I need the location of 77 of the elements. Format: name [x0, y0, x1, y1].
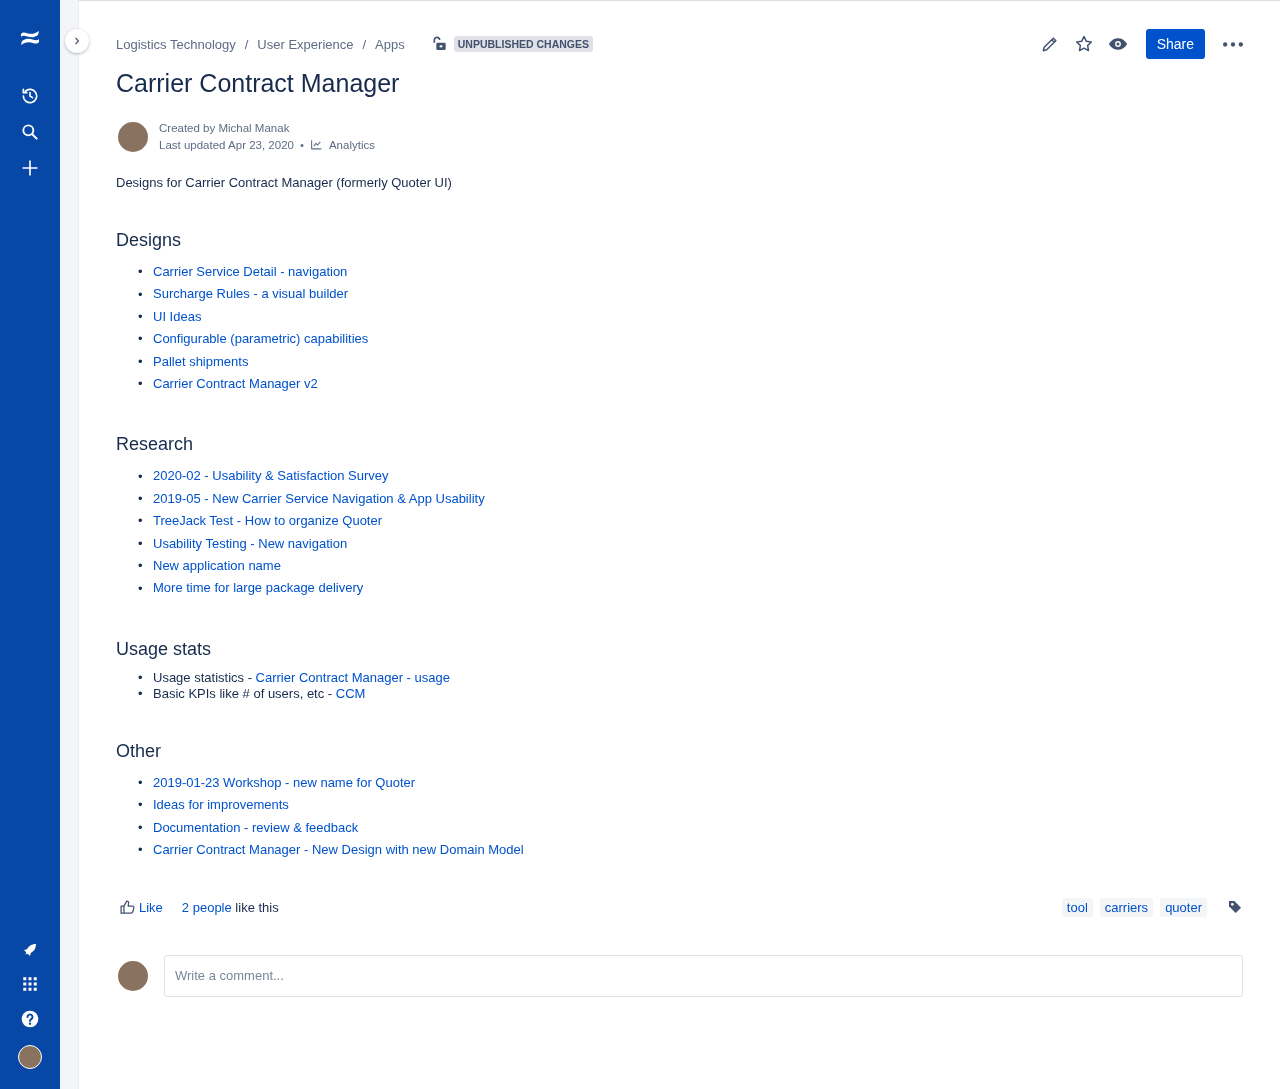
author-avatar[interactable]	[118, 121, 148, 152]
page-link[interactable]: 2019-01-23 Workshop - new name for Quoter	[153, 771, 416, 795]
bullet: •	[138, 535, 144, 552]
page-label[interactable]: quoter	[1160, 897, 1207, 917]
user-avatar	[118, 960, 148, 991]
bullet: •	[138, 669, 144, 686]
bullet: •	[138, 513, 144, 530]
thumbs-up-icon	[119, 898, 136, 916]
page-link[interactable]: CCM	[335, 685, 366, 701]
section-heading: Designs	[116, 230, 183, 251]
share-button[interactable]: Share	[1145, 29, 1205, 59]
help-icon[interactable]	[20, 1009, 40, 1029]
separator-dot: •	[299, 137, 304, 153]
bullet: •	[138, 264, 144, 281]
more-icon	[1223, 41, 1243, 47]
page-label[interactable]: carriers	[1099, 897, 1154, 917]
search-icon[interactable]	[20, 122, 40, 142]
breadcrumb-link[interactable]: User Experience	[257, 36, 354, 52]
bullet: •	[138, 842, 144, 859]
app-grid-icon[interactable]	[21, 975, 39, 993]
page-link[interactable]: Usability Testing - New navigation	[153, 532, 348, 556]
page-link[interactable]: Documentation - review & feedback	[153, 816, 359, 840]
star-button[interactable]	[1073, 34, 1094, 54]
bullet: •	[138, 491, 144, 508]
likers-link[interactable]: 2 people	[181, 899, 232, 915]
bullet: •	[138, 376, 144, 393]
bullet: •	[138, 819, 144, 836]
page-title: Carrier Contract Manager	[116, 69, 401, 98]
likes-summary: 2 people like this	[181, 899, 279, 915]
bullet: •	[138, 797, 144, 814]
page-link[interactable]: 2019-05 - New Carrier Service Navigation & App Usability	[153, 487, 485, 511]
bullet: •	[138, 468, 144, 485]
page-link[interactable]: New application name	[153, 555, 281, 578]
breadcrumb-separator: /	[362, 36, 367, 52]
history-icon[interactable]	[20, 86, 40, 106]
page-link[interactable]: Configurable (parametric) capabilities	[153, 328, 369, 351]
comment-field[interactable]: Write a comment...	[164, 954, 1243, 997]
bullet: •	[138, 286, 144, 303]
bullet: •	[138, 775, 144, 792]
bullet: •	[138, 309, 144, 325]
bullet: •	[138, 353, 144, 370]
page-link[interactable]: Carrier Service Detail - navigation	[153, 261, 348, 284]
star-icon	[1073, 34, 1094, 54]
tag-icon[interactable]	[1227, 899, 1243, 915]
page-link[interactable]: Carrier Contract Manager - New Design with new Domain Model	[153, 839, 524, 862]
page-link[interactable]: Carrier Contract Manager v2	[153, 373, 318, 396]
section-heading: Research	[116, 434, 195, 456]
page-link[interactable]: More time for large package delivery	[153, 577, 364, 600]
breadcrumb-link[interactable]: Logistics Technology	[116, 36, 236, 52]
more-button[interactable]	[1223, 41, 1243, 47]
bullet: •	[138, 558, 144, 575]
page-description: Designs for Carrier Contract Manager (formerly Quoter UI)	[116, 175, 453, 190]
user-avatar[interactable]	[18, 1045, 42, 1069]
breadcrumb-separator: /	[244, 36, 249, 52]
like-button[interactable]: Like	[119, 898, 163, 916]
page-link[interactable]: Pallet shipments	[153, 350, 249, 374]
status-lozenge: UNPUBLISHED CHANGES	[453, 36, 593, 52]
section-heading: Other	[116, 740, 163, 762]
page-label[interactable]: tool	[1061, 897, 1093, 917]
section-heading: Usage stats	[116, 638, 213, 660]
breadcrumb-link[interactable]: Apps	[375, 36, 405, 52]
bullet: •	[138, 685, 144, 702]
page-link[interactable]: UI Ideas	[153, 305, 202, 329]
list-item-text: Usage statistics - Carrier Contract Manager - usage	[153, 669, 450, 686]
chart-icon[interactable]	[309, 138, 323, 152]
page-link[interactable]: Surcharge Rules - a visual builder	[153, 283, 349, 306]
created-by-text: Created by Michal Manak	[159, 121, 291, 136]
bullet: •	[138, 580, 144, 597]
page-link[interactable]: Ideas for improvements	[153, 794, 289, 817]
bullet: •	[138, 331, 144, 348]
plus-icon[interactable]	[20, 158, 40, 178]
analytics-link[interactable]: Analytics	[328, 136, 375, 153]
last-updated-text: Last updated Apr 23, 2020	[159, 137, 294, 153]
page-link[interactable]: 2020-02 - Usability & Satisfaction Survey	[153, 465, 389, 488]
page-link[interactable]: TreeJack Test - How to organize Quoter	[153, 510, 383, 533]
list-item-text: Basic KPIs like # of users, etc - CCM	[153, 685, 366, 702]
page-link[interactable]: Carrier Contract Manager - usage	[255, 669, 450, 685]
